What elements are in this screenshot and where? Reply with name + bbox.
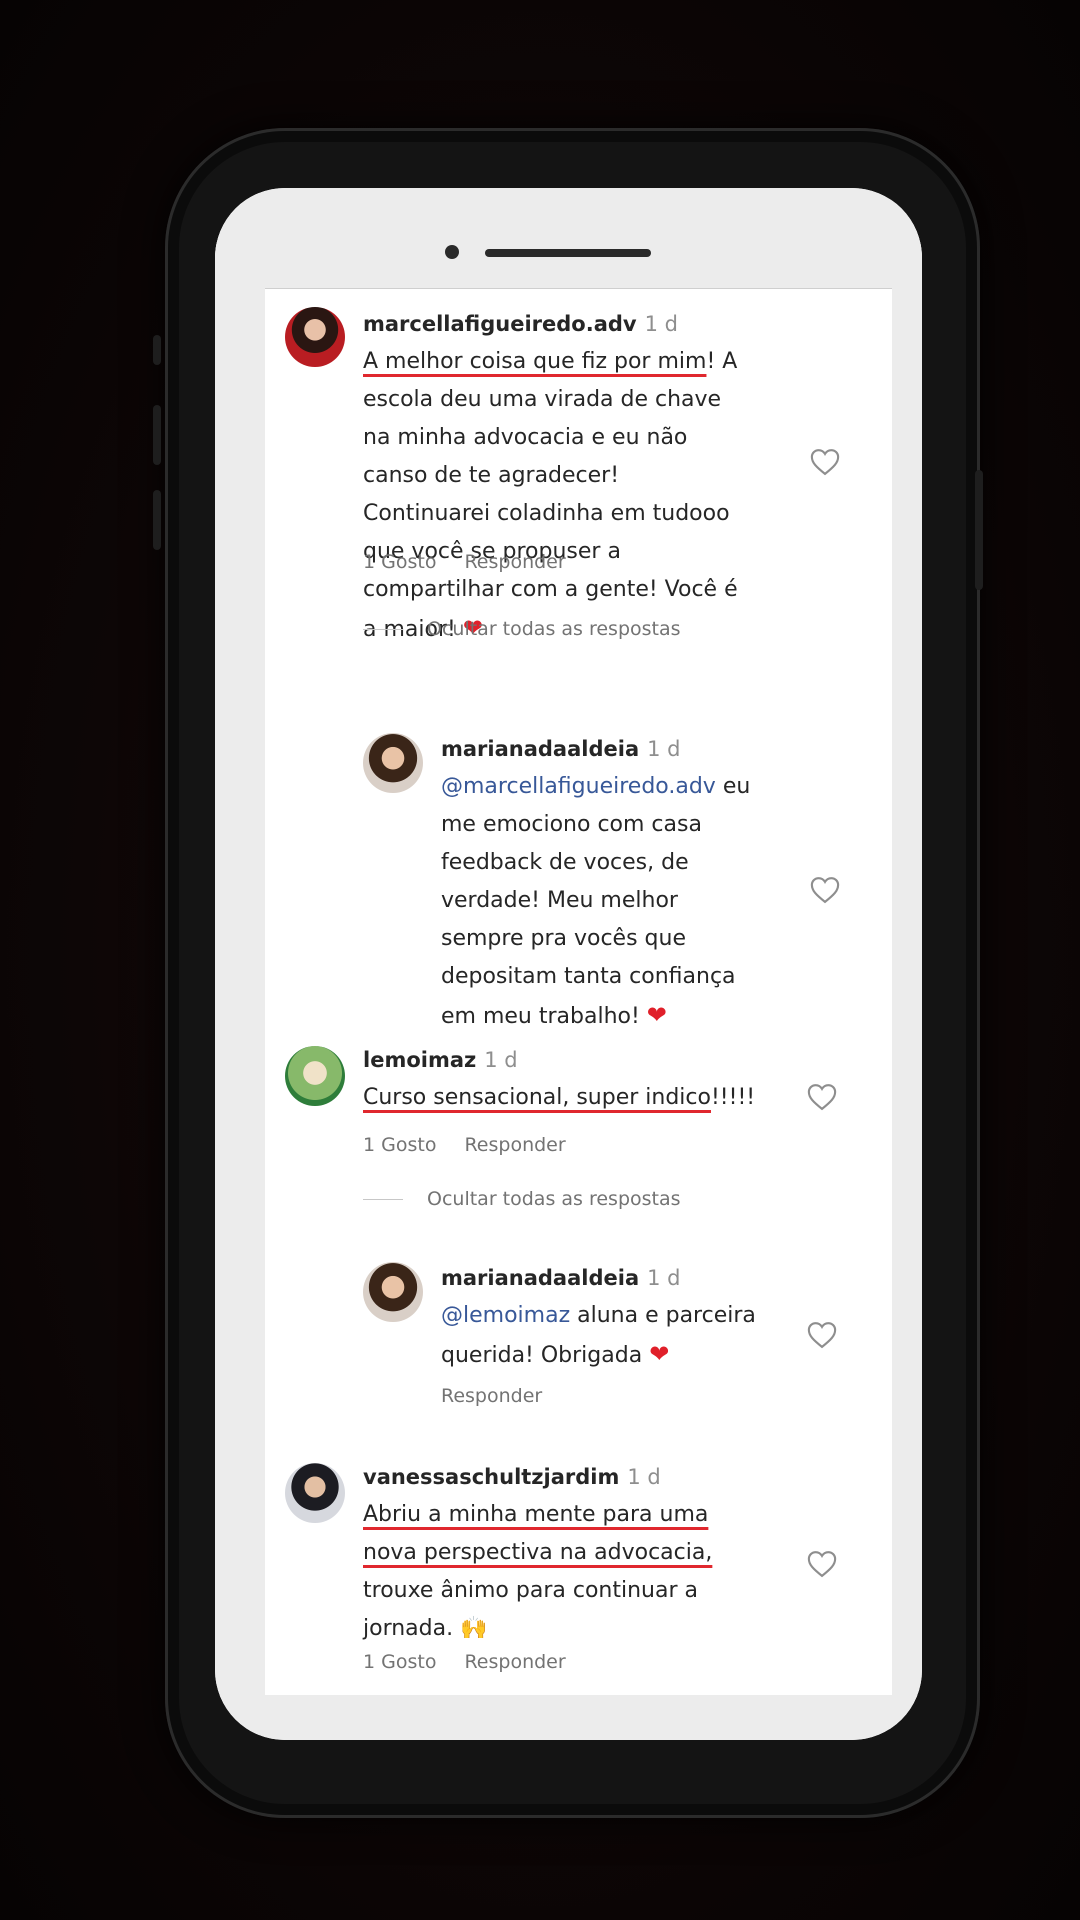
heart-icon[interactable]: [810, 448, 840, 476]
hide-replies-button[interactable]: Ocultar todas as respostas: [363, 618, 681, 640]
avatar[interactable]: [285, 307, 345, 367]
reply-button[interactable]: Responder: [464, 1651, 565, 1673]
avatar[interactable]: [285, 1463, 345, 1523]
comment-text: Abriu a minha mente para uma nova perspec…: [363, 1502, 713, 1641]
volume-up-button: [153, 405, 161, 465]
comment-username[interactable]: vanessaschultzjardim 1 d: [363, 1465, 661, 1489]
reply-actions: Responder: [441, 1385, 570, 1407]
reply-time: 1 d: [647, 1266, 681, 1290]
heart-icon[interactable]: [807, 1550, 837, 1578]
mention-link: @marcellafigueiredo.adv: [441, 774, 716, 799]
heart-icon[interactable]: [810, 876, 840, 904]
heart-emoji: ❤: [649, 1340, 670, 1368]
comments-feed: marcellafigueiredo.adv 1 d A melhor coisa…: [215, 188, 922, 1740]
comment-time: 1 d: [484, 1048, 518, 1072]
mute-switch: [153, 335, 161, 365]
comment-time: 1 d: [627, 1465, 661, 1489]
heart-icon[interactable]: [807, 1083, 837, 1111]
comment-actions: 1 Gosto Responder: [363, 1651, 594, 1673]
power-button: [975, 470, 983, 590]
mention-link: @lemoimaz: [441, 1303, 571, 1328]
reply-time: 1 d: [647, 737, 681, 761]
comment-actions: 1 Gosto Responder: [363, 551, 594, 573]
divider: [363, 629, 403, 630]
raised-hands-emoji: 🙌: [460, 1616, 488, 1641]
reply-text: @lemoimaz aluna e parceira querida! Obri…: [441, 1303, 756, 1368]
reply-username[interactable]: marianadaaldeia 1 d: [441, 737, 681, 761]
reply-button[interactable]: Responder: [464, 1134, 565, 1156]
volume-down-button: [153, 490, 161, 550]
comment-text: Curso sensacional, super indico!!!!!: [363, 1085, 756, 1110]
comment-text: A melhor coisa que fiz por mim! A escola…: [363, 349, 738, 642]
comment-actions: 1 Gosto Responder: [363, 1134, 594, 1156]
hide-replies-button[interactable]: Ocultar todas as respostas: [363, 1188, 681, 1210]
comment-username[interactable]: lemoimaz 1 d: [363, 1048, 518, 1072]
likes-count[interactable]: 1 Gosto: [363, 1134, 436, 1156]
avatar[interactable]: [285, 1046, 345, 1106]
divider: [363, 1199, 403, 1200]
comment-time: 1 d: [644, 312, 678, 336]
comment-username[interactable]: marcellafigueiredo.adv 1 d: [363, 312, 678, 336]
heart-emoji: ❤: [646, 1001, 667, 1029]
avatar[interactable]: [363, 733, 423, 793]
reply-username[interactable]: marianadaaldeia 1 d: [441, 1266, 681, 1290]
reply-button[interactable]: Responder: [464, 551, 565, 573]
avatar[interactable]: [363, 1262, 423, 1322]
likes-count[interactable]: 1 Gosto: [363, 551, 436, 573]
likes-count[interactable]: 1 Gosto: [363, 1651, 436, 1673]
phone-screen: marcellafigueiredo.adv 1 d A melhor coisa…: [215, 188, 922, 1740]
heart-icon[interactable]: [807, 1321, 837, 1349]
reply-button[interactable]: Responder: [441, 1385, 542, 1407]
reply-text: @marcellafigueiredo.adv eu me emociono c…: [441, 774, 751, 1029]
